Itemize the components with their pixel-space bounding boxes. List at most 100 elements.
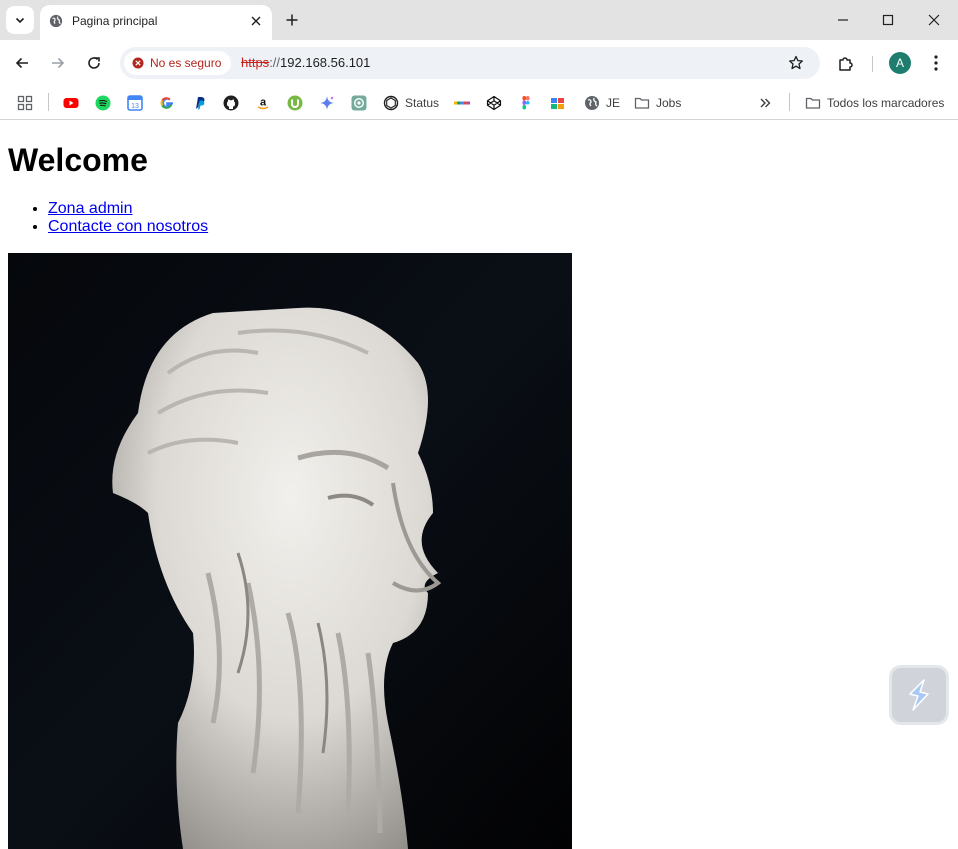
security-label: No es seguro xyxy=(150,56,222,70)
floating-assistant-button[interactable] xyxy=(889,665,949,725)
toolbar-divider xyxy=(872,56,873,72)
double-chevron-right-icon xyxy=(760,98,771,108)
bookmark-colors[interactable] xyxy=(454,92,470,114)
page-title: Welcome xyxy=(8,142,148,178)
folder-icon xyxy=(634,97,650,109)
bookmark-spotify[interactable] xyxy=(95,92,111,114)
browser-toolbar: No es seguro https://192.168.56.101 A xyxy=(0,40,958,86)
openai-icon xyxy=(351,95,367,111)
star-icon xyxy=(789,55,803,70)
url-separator: :// xyxy=(269,55,281,70)
bookmark-codepen[interactable] xyxy=(486,92,502,114)
lightning-icon xyxy=(909,679,929,711)
bookmark-paypal[interactable] xyxy=(191,92,207,114)
apps-button[interactable] xyxy=(17,92,33,114)
profile-button[interactable]: A xyxy=(886,49,914,77)
arrow-right-icon xyxy=(52,57,65,69)
bookmark-utorrent[interactable] xyxy=(287,92,303,114)
calendar-icon: 13 xyxy=(127,95,143,111)
google-icon xyxy=(160,97,173,109)
close-window-button[interactable] xyxy=(912,6,956,34)
tab-strip: Pagina principal xyxy=(0,0,958,40)
reload-button[interactable] xyxy=(80,49,108,77)
openai-icon xyxy=(383,95,399,111)
bookmark-je[interactable]: JE xyxy=(584,92,620,114)
all-bookmarks-folder[interactable]: Todos los marcadores xyxy=(805,92,944,114)
nav-list: Zona admin Contacte con nosotros xyxy=(48,200,208,236)
reload-icon xyxy=(88,57,100,69)
maximize-icon xyxy=(882,14,894,26)
svg-text:13: 13 xyxy=(131,103,139,110)
bookmark-label: Jobs xyxy=(656,96,682,110)
bookmark-star-button[interactable] xyxy=(786,53,806,73)
list-item: Zona admin xyxy=(48,200,208,218)
chevron-down-icon xyxy=(15,17,25,24)
bookmarks-bar: 13 a Status JE Jobs Todos los marcadores xyxy=(0,86,958,120)
bookmark-amazon[interactable]: a xyxy=(255,92,271,114)
menu-button[interactable] xyxy=(922,49,950,77)
url-host: 192.168.56.101 xyxy=(280,55,371,70)
admin-zone-link[interactable]: Zona admin xyxy=(48,200,133,217)
codepen-icon xyxy=(486,95,502,111)
contact-link[interactable]: Contacte con nosotros xyxy=(48,218,208,235)
minimize-icon xyxy=(838,19,848,21)
plus-icon xyxy=(286,14,298,26)
bookmark-youtube[interactable] xyxy=(63,92,79,114)
bookmark-blocks[interactable] xyxy=(550,92,566,114)
maximize-button[interactable] xyxy=(866,6,910,34)
bookmark-folder-jobs[interactable]: Jobs xyxy=(634,92,681,114)
page-content: Welcome Zona admin Contacte con nosotros xyxy=(0,121,958,849)
paypal-icon xyxy=(196,97,205,110)
url-scheme: https xyxy=(241,55,270,70)
tab-close-button[interactable] xyxy=(248,13,264,29)
back-button[interactable] xyxy=(8,49,36,77)
bookmark-status[interactable]: Status xyxy=(383,92,439,114)
github-icon xyxy=(223,95,239,111)
bookmark-gemini[interactable] xyxy=(319,92,335,114)
avatar: A xyxy=(889,52,911,74)
utorrent-icon xyxy=(287,95,303,111)
tab-title: Pagina principal xyxy=(72,14,158,28)
bookmark-calendar[interactable]: 13 xyxy=(127,92,143,114)
sparkle-icon xyxy=(320,96,334,110)
url-text[interactable]: https://192.168.56.101 xyxy=(241,55,370,70)
new-tab-button[interactable] xyxy=(280,8,304,32)
bookmark-chatgpt[interactable] xyxy=(351,92,367,114)
security-chip[interactable]: No es seguro xyxy=(124,51,232,75)
marble-bust-image xyxy=(8,253,572,849)
globe-icon xyxy=(585,96,599,110)
bookmarks-divider xyxy=(789,93,790,111)
bookmark-github[interactable] xyxy=(223,92,239,114)
minimize-button[interactable] xyxy=(821,6,865,34)
bookmark-google[interactable] xyxy=(159,92,175,114)
globe-icon xyxy=(49,14,63,28)
close-icon xyxy=(251,16,261,26)
forward-button[interactable] xyxy=(44,49,72,77)
all-bookmarks-label: Todos los marcadores xyxy=(827,96,945,110)
amazon-icon: a xyxy=(257,97,269,110)
warning-icon xyxy=(132,57,144,69)
bookmark-figma[interactable] xyxy=(518,92,534,114)
bookmarks-divider xyxy=(48,93,49,111)
more-bookmarks-button[interactable] xyxy=(757,92,773,114)
tab-search-button[interactable] xyxy=(6,6,34,34)
bust-photo xyxy=(8,253,572,849)
spotify-icon xyxy=(95,95,111,111)
extensions-button[interactable] xyxy=(832,49,860,77)
tab-active[interactable]: Pagina principal xyxy=(40,5,272,40)
puzzle-icon xyxy=(839,57,853,71)
more-vertical-icon xyxy=(934,55,938,71)
bookmark-label: JE xyxy=(606,96,621,110)
youtube-icon xyxy=(63,98,79,108)
color-bar-icon xyxy=(454,101,470,105)
address-bar[interactable]: No es seguro https://192.168.56.101 xyxy=(120,47,820,79)
figma-icon xyxy=(522,96,530,110)
apps-grid-icon xyxy=(17,95,33,111)
close-icon xyxy=(928,14,940,26)
blocks-icon xyxy=(551,98,564,109)
bookmark-label: Status xyxy=(405,96,440,110)
list-item: Contacte con nosotros xyxy=(48,218,208,236)
folder-icon xyxy=(805,97,821,109)
svg-text:a: a xyxy=(260,97,267,109)
arrow-left-icon xyxy=(15,57,28,69)
